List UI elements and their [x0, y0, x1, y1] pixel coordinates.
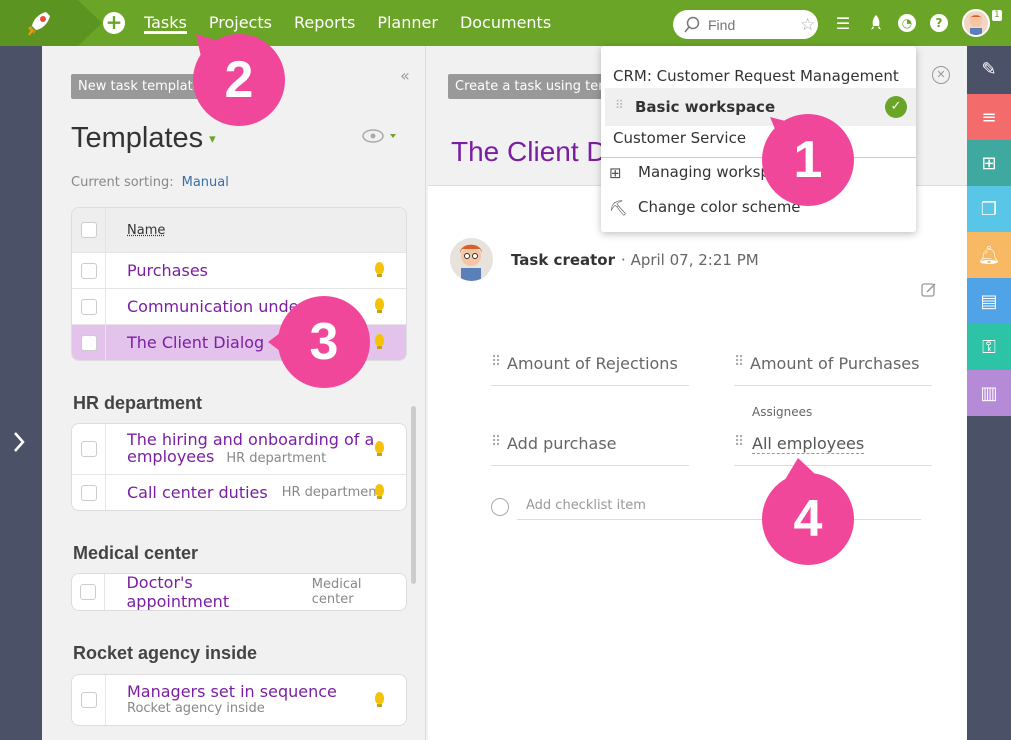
callout-2: 2	[193, 34, 285, 126]
callout-pointers	[196, 34, 830, 488]
callout-3: 3	[278, 296, 370, 388]
callout-1: 1	[762, 114, 854, 206]
callout-4: 4	[762, 473, 854, 565]
